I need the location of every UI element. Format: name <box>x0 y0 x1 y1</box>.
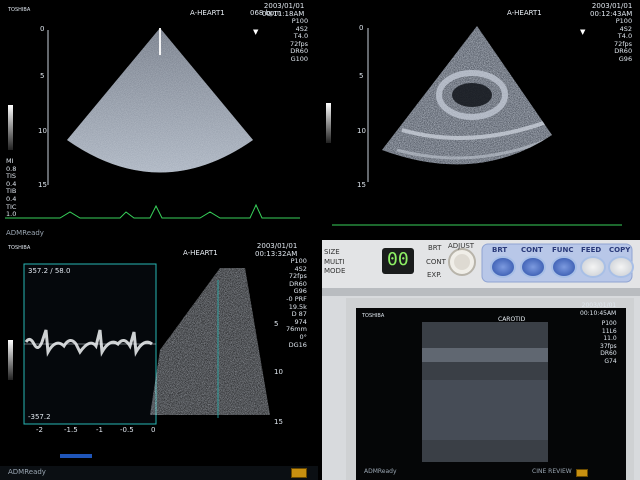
cont-button[interactable] <box>520 256 546 278</box>
datetime-label: 2003/01/01 00:12:43AM <box>590 2 633 18</box>
copy-button-label: COPY <box>609 246 631 254</box>
cine-review-label: CINE REVIEW <box>532 468 572 475</box>
mode-label: MODE <box>324 267 346 275</box>
exp-label: EXP. <box>427 271 442 279</box>
brt-button[interactable] <box>490 256 516 278</box>
depth-tick: 10 <box>357 127 366 135</box>
exam-title: A-HEART1 <box>183 249 218 257</box>
doppler-and-sector-image <box>0 263 318 480</box>
params-list: P100 4S2 T4.0 72fps DR60 G96 <box>614 17 633 63</box>
depth-tick: 10 <box>38 127 47 135</box>
depth-tick: 15 <box>357 181 366 189</box>
time-tick: -0.5 <box>120 426 134 434</box>
grayscale-bar <box>326 103 331 143</box>
panel-bottom-right: SIZE MULTI MODE 00 BRT CONT EXP. ADJUST … <box>322 240 640 480</box>
time-tick: -1 <box>96 426 103 434</box>
exam-title: A-HEART1 <box>190 9 225 17</box>
params-list: P100 4S2 T4.0 72fps DR60 G100 <box>290 17 309 63</box>
status-label: ADMReady <box>8 468 46 476</box>
indicator-badge <box>291 468 307 478</box>
multi-label: MULTI <box>324 258 345 266</box>
datetime-label: 2003/01/01 00:13:32AM <box>255 242 298 258</box>
depth-tick: 15 <box>274 418 283 426</box>
brt-label: BRT <box>428 244 442 252</box>
depth-tick: 5 <box>359 72 364 80</box>
transducer-marker-icon: ▼ <box>580 28 586 36</box>
sector-image-empty <box>5 28 300 219</box>
brt-button-label: BRT <box>492 246 508 254</box>
size-label: SIZE <box>324 248 340 256</box>
panel-top-right: A-HEART1 2003/01/01 00:12:43AM P100 4S2 … <box>322 0 640 238</box>
func-button[interactable] <box>551 256 577 278</box>
time-tick: -1.5 <box>64 426 78 434</box>
transducer-marker-icon: ▼ <box>253 28 259 36</box>
velocity-scale-bottom: -357.2 <box>28 413 51 421</box>
feed-button-label: FEED <box>581 246 602 254</box>
monitor-params-list: P100 11L6 11.0 37fps DR60 G74 <box>600 320 617 365</box>
feed-button[interactable] <box>580 256 606 278</box>
grayscale-bar <box>8 340 13 380</box>
velocity-scale-top: 357.2 / 58.0 <box>28 267 71 275</box>
brand-label: TOSHIBA <box>8 7 31 13</box>
adjust-knob[interactable]: ADJUST <box>448 242 474 250</box>
panel-bottom-left: TOSHIBA A-HEART1 2003/01/01 00:13:32AM P… <box>0 240 318 480</box>
monitor-brand-label: TOSHIBA <box>362 313 385 319</box>
cont-label: CONT <box>426 258 446 266</box>
heart-rate-label: 068 bpm <box>250 9 282 17</box>
monitor-indicator-badge <box>576 469 588 477</box>
depth-tick: 0 <box>359 24 364 32</box>
grayscale-bar <box>8 105 13 150</box>
time-tick: 0 <box>151 426 156 434</box>
monitor-exam-title: CAROTID <box>498 316 526 323</box>
sector-image-heart <box>367 26 552 182</box>
digit-display: 00 <box>387 249 409 270</box>
monitor-status-label: ADMReady <box>364 468 397 475</box>
safety-index-list: MI 0.8 TIS 0.4 TIB 0.4 TIC 1.0 <box>6 157 17 219</box>
cont-button-label: CONT <box>521 246 543 254</box>
depth-tick: 5 <box>40 72 45 80</box>
status-label: ADMReady <box>6 229 44 237</box>
depth-tick: 0 <box>40 25 45 33</box>
exam-title: A-HEART1 <box>507 9 542 17</box>
copy-button[interactable] <box>608 256 634 278</box>
monitor-datetime-label: 2003/01/01 00:10:45AM <box>580 302 617 317</box>
depth-tick: 10 <box>274 368 283 376</box>
time-tick: -2 <box>36 426 43 434</box>
brand-label: TOSHIBA <box>8 245 31 251</box>
func-button-label: FUNC <box>552 246 574 254</box>
params-list: P100 4S2 72fps DR60 G96 -0 PRF 19.5k D 8… <box>286 257 307 349</box>
panel-top-left: TOSHIBA A-HEART1 2003/01/01 00:11:18AM 0… <box>0 0 318 238</box>
depth-tick: 5 <box>274 320 279 328</box>
depth-tick: 15 <box>38 181 47 189</box>
